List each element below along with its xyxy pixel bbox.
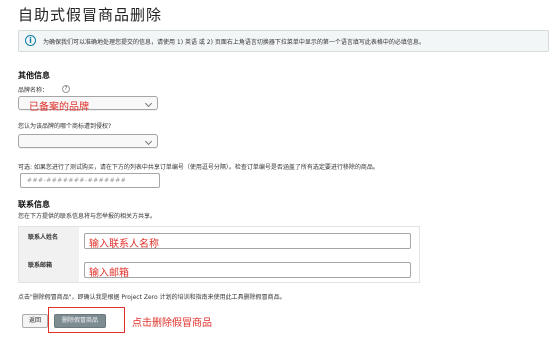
contact-name-value: 输入联系人名称 [89, 239, 159, 250]
brand-select[interactable]: 已备案的品牌 [18, 96, 158, 113]
contact-email-input[interactable]: 输入邮箱 [84, 262, 411, 279]
brand-name-label: 品牌名称： [18, 87, 49, 94]
info-icon: i [25, 35, 36, 46]
delete-counterfeit-button[interactable]: 删除假冒商品 [54, 314, 106, 328]
help-icon[interactable]: ? [62, 85, 70, 93]
page-title: 自助式假冒商品删除 [18, 6, 163, 24]
back-button[interactable]: 返回 [22, 314, 48, 328]
other-info-heading: 其他信息 [18, 71, 50, 80]
info-notice-text: 为确保我们可以准确地处理您提交的信息，请使用 1) 英语 或 2) 页面右上角语… [43, 39, 425, 46]
contact-name-input[interactable]: 输入联系人名称 [84, 233, 411, 250]
contact-name-label: 联系人姓名 [28, 234, 59, 241]
delete-annotation-text: 点击删除假冒商品 [132, 318, 212, 329]
chevron-down-icon [144, 137, 153, 146]
contact-email-value: 输入邮箱 [89, 268, 129, 279]
order-number-placeholder: ###-#######-####### [27, 177, 127, 184]
order-number-input[interactable]: ###-#######-####### [20, 173, 160, 188]
contact-info-subtitle: 您在下方提供的联系信息将与您举报的相关方共享。 [18, 213, 157, 220]
chevron-down-icon [144, 99, 153, 108]
consent-text: 点击"删除假冒商品"，即确认我是根据 Project Zero 计划的培训和指南… [18, 294, 286, 301]
contact-info-heading: 联系信息 [18, 200, 50, 209]
trademark-question: 您认为该品牌的哪个商标遭到侵权? [18, 123, 112, 130]
info-notice: i 为确保我们可以准确地处理您提交的信息，请使用 1) 英语 或 2) 页面右上… [18, 30, 549, 52]
trademark-select[interactable] [18, 134, 158, 148]
brand-select-value: 已备案的品牌 [29, 102, 89, 113]
test-buy-instructions: 可选: 如果您进行了测试购买，请在下方的列表中共享订单编号（使用逗号分隔）。检查… [18, 164, 379, 171]
contact-email-label: 联系邮箱 [28, 262, 53, 269]
